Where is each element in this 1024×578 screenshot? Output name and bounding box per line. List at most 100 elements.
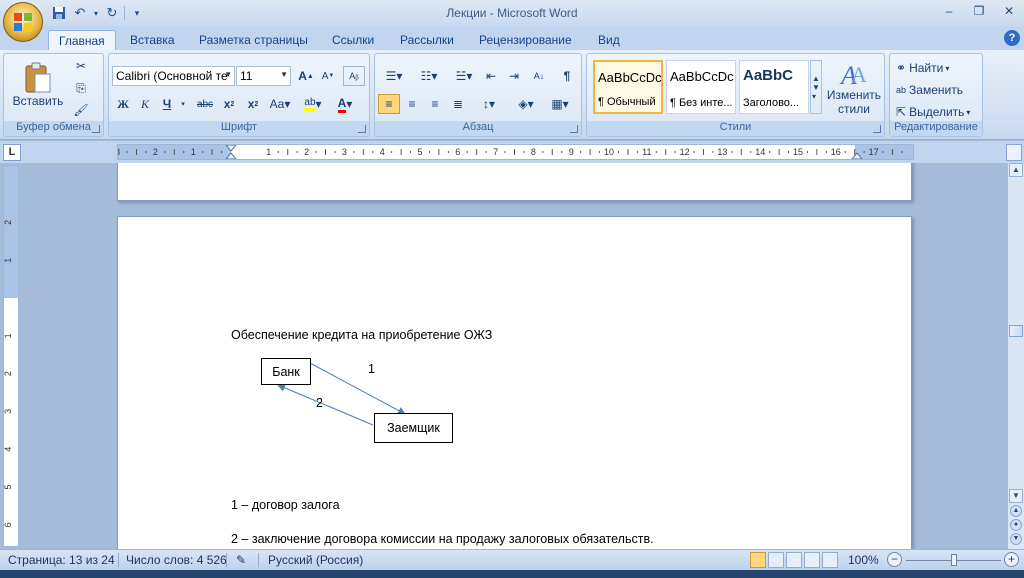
- next-page-icon[interactable]: ▼: [1010, 533, 1022, 545]
- tab-page-layout[interactable]: Разметка страницы: [189, 30, 318, 50]
- format-painter-icon[interactable]: 🖌: [70, 100, 92, 120]
- language[interactable]: Русский (Россия): [268, 553, 363, 567]
- zoom-out-icon[interactable]: −: [887, 552, 902, 567]
- borders-icon[interactable]: ▦▾: [545, 94, 575, 114]
- subscript-icon[interactable]: x2: [218, 94, 240, 114]
- vertical-scrollbar[interactable]: ▲ ▼ ▲ ● ▼: [1007, 163, 1024, 549]
- tab-insert[interactable]: Вставка: [120, 30, 185, 50]
- ruler-label: 9: [569, 147, 574, 157]
- change-styles-button[interactable]: A A Изменить стили: [826, 58, 882, 118]
- line-spacing-icon[interactable]: ↕▾: [474, 94, 504, 114]
- zoom-slider[interactable]: [951, 554, 957, 566]
- previous-page: [117, 163, 912, 201]
- strikethrough-icon[interactable]: abc: [194, 94, 216, 114]
- office-button[interactable]: [3, 2, 43, 42]
- browse-object-icon[interactable]: ●: [1010, 519, 1022, 531]
- style-normal[interactable]: AaBbCcDc ¶ Обычный: [593, 60, 663, 114]
- scroll-thumb[interactable]: [1009, 325, 1023, 337]
- tab-selector[interactable]: L: [3, 144, 21, 161]
- close-icon[interactable]: ✕: [994, 0, 1024, 22]
- indent-marker-icon[interactable]: [225, 145, 237, 159]
- font-size-combo[interactable]: 11 ▼: [236, 66, 291, 86]
- full-screen-reading-icon[interactable]: [768, 552, 784, 568]
- clear-formatting-icon[interactable]: Aᵦ: [343, 66, 365, 86]
- word-count[interactable]: Число слов: 4 526: [126, 553, 227, 567]
- grow-font-icon[interactable]: A ▲: [295, 66, 317, 86]
- spelling-check-icon[interactable]: ✎: [236, 553, 246, 567]
- tab-home[interactable]: Главная: [48, 30, 116, 50]
- font-launcher-icon[interactable]: [358, 125, 366, 133]
- sort-icon[interactable]: A↓: [528, 66, 550, 86]
- styles-scroll[interactable]: ▲ ▼ ▾: [810, 60, 822, 114]
- diagram-box-borrower[interactable]: Заемщик: [374, 413, 453, 443]
- select-button[interactable]: ⇱ Выделить ▾: [896, 102, 970, 122]
- font-color-icon[interactable]: A ▾: [331, 94, 359, 114]
- outline-view-icon[interactable]: [804, 552, 820, 568]
- align-center-icon[interactable]: ≡: [401, 94, 423, 114]
- find-label: Найти: [909, 61, 944, 75]
- web-layout-icon[interactable]: [786, 552, 802, 568]
- chevron-down-icon[interactable]: ▾: [178, 94, 188, 114]
- multilevel-list-icon[interactable]: ☱▾: [448, 66, 480, 86]
- style-heading-1[interactable]: AaBbC Заголово...: [739, 60, 809, 114]
- numbering-icon[interactable]: ☷▾: [413, 66, 445, 86]
- arrow-bank-to-borrower: [309, 362, 406, 415]
- document-area[interactable]: Обеспечение кредита на приобретение ОЖЗ …: [22, 163, 1007, 549]
- document-heading: Обеспечение кредита на приобретение ОЖЗ: [231, 328, 493, 342]
- highlight-icon[interactable]: ab ▾: [299, 94, 327, 114]
- ruler-label: 11: [642, 147, 651, 157]
- align-left-icon[interactable]: ≡: [378, 94, 400, 114]
- shading-icon[interactable]: ◈▾: [511, 94, 541, 114]
- zoom-level[interactable]: 100%: [848, 553, 879, 567]
- vertical-ruler[interactable]: 2 1 1 2 3 4 5 6: [3, 165, 19, 547]
- zoom-in-icon[interactable]: +: [1004, 552, 1019, 567]
- show-formatting-icon[interactable]: ¶: [556, 66, 578, 86]
- scroll-up-icon[interactable]: ▲: [1009, 163, 1023, 177]
- decrease-indent-icon[interactable]: ⇤: [480, 66, 502, 86]
- horizontal-ruler[interactable]: 3211234567891011121314151617: [117, 144, 914, 160]
- change-case-icon[interactable]: Aa▾: [266, 94, 294, 114]
- shrink-font-icon[interactable]: A ▼: [317, 66, 339, 86]
- restore-icon[interactable]: ❐: [964, 0, 994, 22]
- view-ruler-icon[interactable]: [1006, 144, 1022, 161]
- document-line-2: 2 – заключение договора комиссии на прод…: [231, 532, 654, 546]
- scroll-down-icon[interactable]: ▼: [1009, 489, 1023, 503]
- find-button[interactable]: ⚭ Найти ▾: [896, 58, 949, 78]
- justify-icon[interactable]: ≣: [447, 94, 469, 114]
- diagram-box-bank[interactable]: Банк: [261, 358, 311, 385]
- diagram-label-2: 2: [316, 396, 323, 410]
- tab-mailings[interactable]: Рассылки: [390, 30, 464, 50]
- bold-icon[interactable]: Ж: [112, 94, 134, 114]
- align-right-icon[interactable]: ≡: [424, 94, 446, 114]
- copy-icon[interactable]: ⎘: [70, 78, 92, 98]
- superscript-icon[interactable]: x2: [242, 94, 264, 114]
- italic-icon[interactable]: К: [134, 94, 156, 114]
- document-page[interactable]: Обеспечение кредита на приобретение ОЖЗ …: [117, 216, 912, 549]
- tab-references[interactable]: Ссылки: [322, 30, 384, 50]
- draft-view-icon[interactable]: [822, 552, 838, 568]
- right-indent-marker-icon[interactable]: [851, 152, 863, 159]
- page-count[interactable]: Страница: 13 из 24: [8, 553, 115, 567]
- minimize-icon[interactable]: –: [934, 0, 964, 22]
- bullets-icon[interactable]: ☰▾: [378, 66, 410, 86]
- clipboard-launcher-icon[interactable]: [92, 125, 100, 133]
- previous-page-icon[interactable]: ▲: [1010, 505, 1022, 517]
- style-name: Заголово...: [743, 97, 800, 109]
- replace-button[interactable]: ab Заменить: [896, 80, 963, 100]
- increase-indent-icon[interactable]: ⇥: [503, 66, 525, 86]
- taskbar: [0, 570, 1024, 578]
- divider: [118, 553, 119, 567]
- paste-button[interactable]: Вставить: [10, 56, 66, 114]
- paragraph-launcher-icon[interactable]: [570, 125, 578, 133]
- tab-review[interactable]: Рецензирование: [469, 30, 582, 50]
- cut-icon[interactable]: ✂: [70, 56, 92, 76]
- ribbon-tabs: Главная Вставка Разметка страницы Ссылки…: [0, 26, 1024, 50]
- tab-view[interactable]: Вид: [588, 30, 630, 50]
- underline-icon[interactable]: Ч: [156, 94, 178, 114]
- styles-launcher-icon[interactable]: [873, 125, 881, 133]
- style-no-spacing[interactable]: AaBbCcDc ¶ Без инте...: [666, 60, 736, 114]
- ruler-label: 1: [4, 333, 13, 338]
- print-layout-view-icon[interactable]: [750, 552, 766, 568]
- font-name-combo[interactable]: Calibri (Основной те ▼: [112, 66, 235, 86]
- help-icon[interactable]: ?: [1004, 30, 1020, 46]
